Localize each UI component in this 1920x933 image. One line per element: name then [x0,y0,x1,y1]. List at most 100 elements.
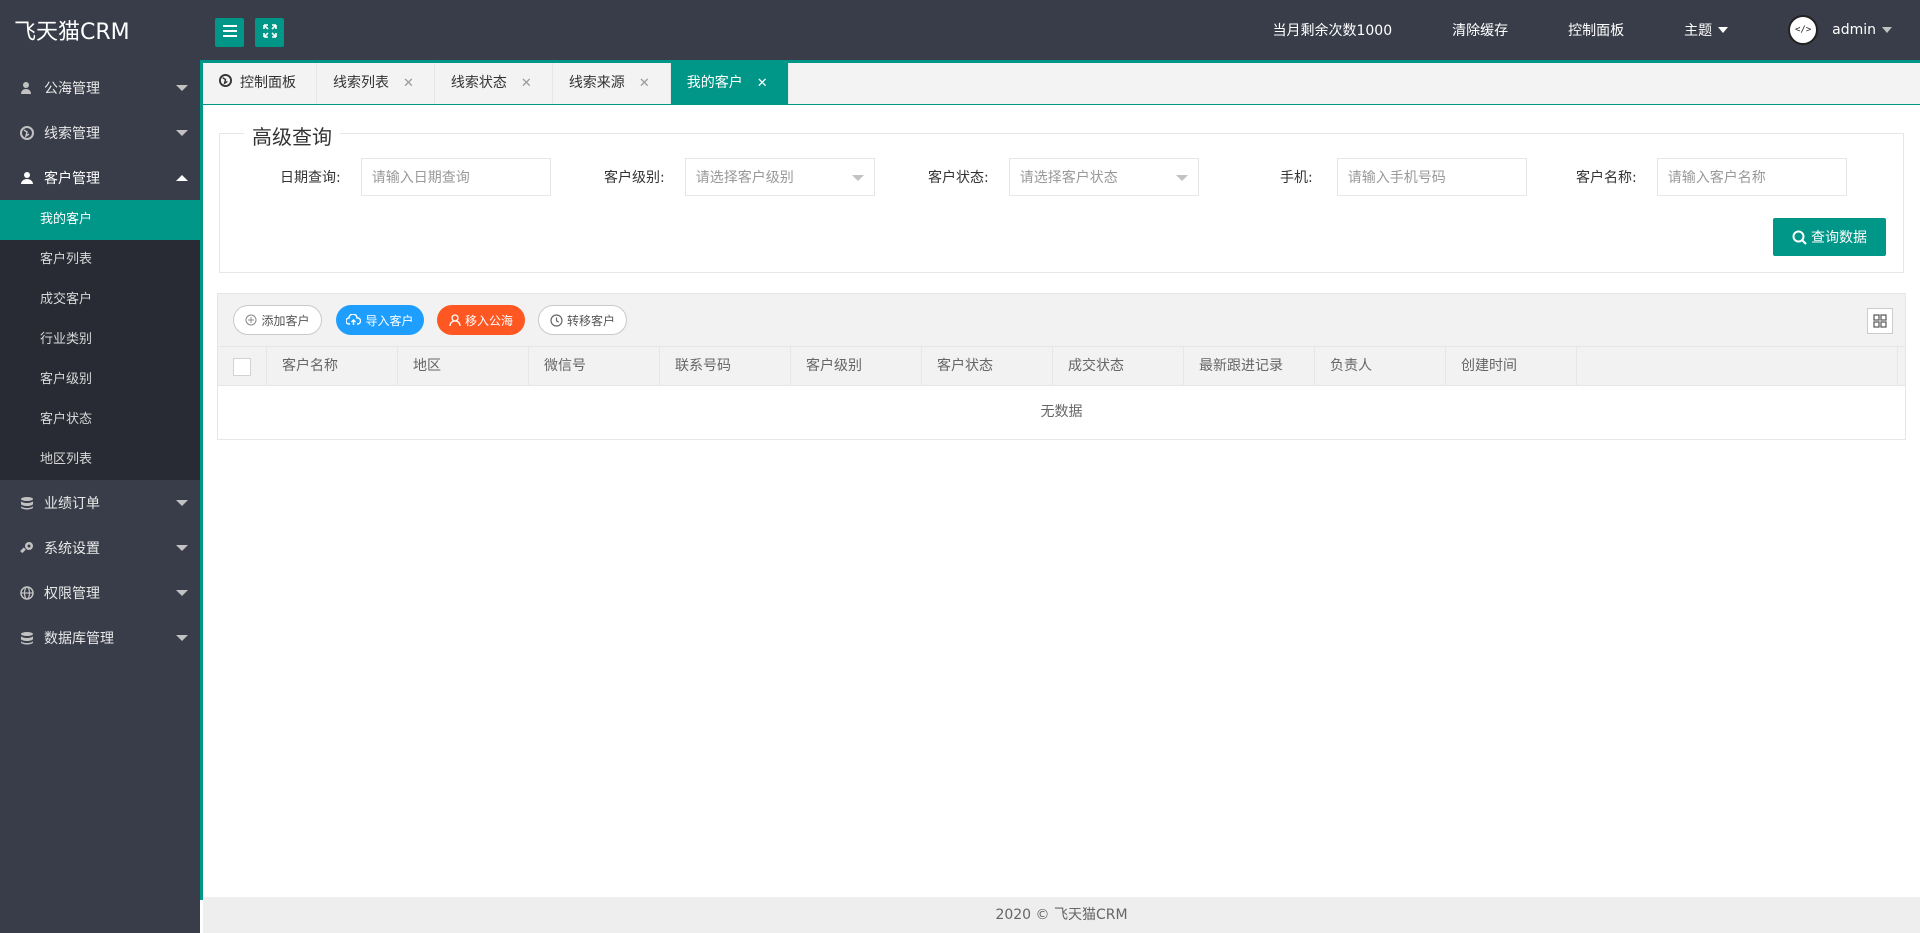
cloud-upload-icon [346,314,362,326]
nav-head-permissions[interactable]: 权限管理 [0,570,200,615]
phone-input[interactable]: 请输入手机号码 [1336,158,1527,196]
name-input[interactable]: 请输入客户名称 [1656,158,1847,196]
nav-head-database[interactable]: 数据库管理 [0,615,200,660]
add-customer-button[interactable]: 添加客户 [233,305,322,335]
column-header-filler [1577,347,1898,386]
column-filter-button[interactable] [1867,308,1893,334]
tab-lead-list[interactable]: 线索列表 ✕ [317,63,435,104]
nav-group-public-sea[interactable]: 公海管理 [0,65,200,110]
search-button-label: 查询数据 [1811,230,1867,246]
avatar: </> [1788,15,1819,45]
level-label: 客户级别: [604,170,665,186]
person-icon [20,171,34,185]
close-icon[interactable]: ✕ [403,63,414,104]
column-header[interactable]: 成交状态 [1053,347,1184,386]
sidebar-item-customer-level[interactable]: 客户级别 [0,360,200,400]
nav-label: 权限管理 [44,585,100,602]
menu-toggle-button[interactable] [215,18,244,47]
nav-label: 公海管理 [44,80,100,97]
tab-dashboard[interactable]: 控制面板 [203,63,317,104]
nav-group-permissions[interactable]: 权限管理 [0,570,200,615]
nav-head-orders[interactable]: 业绩订单 [0,480,200,525]
app-logo[interactable]: 飞天猫CRM [0,0,200,65]
tab-lead-source[interactable]: 线索来源 ✕ [553,63,671,104]
query-legend: 高级查询 [244,121,340,150]
user-menu[interactable]: </> admin [1788,15,1892,45]
level-select[interactable]: 请选择客户级别 [684,158,875,196]
grid-icon [1873,314,1887,328]
status-select[interactable]: 请选择客户状态 [1008,158,1199,196]
nav-label: 客户管理 [44,170,100,187]
nav-group-leads[interactable]: 线索管理 [0,110,200,155]
nav-group-customers[interactable]: 客户管理 我的客户 客户列表 成交客户 行业类别 客户级别 客户状态 地区列表 [0,155,200,480]
nav-head-public-sea[interactable]: 公海管理 [0,65,200,110]
advanced-query-panel: 高级查询 日期查询: 请输入日期查询 客户级别: 请选择客户级别 客户状态: 请… [219,121,1904,273]
table-toolbar: 添加客户 导入客户 移入公海 转移客户 [218,294,1905,347]
chevron-down-icon [176,634,188,641]
column-header[interactable]: 客户名称 [267,347,398,386]
date-label: 日期查询: [280,170,341,186]
chevron-down-icon [851,175,864,181]
nav-group-settings[interactable]: 系统设置 [0,525,200,570]
database-icon [20,496,34,510]
theme-menu[interactable]: 主题 [1684,20,1729,40]
sidebar-item-deal-customers[interactable]: 成交客户 [0,280,200,320]
remaining-count: 当月剩余次数1000 [1272,23,1393,39]
column-header[interactable]: 微信号 [529,347,660,386]
phone-placeholder: 请输入手机号码 [1347,170,1446,186]
sidebar-item-industry[interactable]: 行业类别 [0,320,200,360]
chevron-down-icon [176,499,188,506]
dashboard-link[interactable]: 控制面板 [1568,20,1624,40]
fullscreen-button[interactable] [255,18,284,47]
nav-group-orders[interactable]: 业绩订单 [0,480,200,525]
level-placeholder: 请选择客户级别 [695,170,794,186]
fullscreen-icon [262,23,277,42]
close-icon[interactable]: ✕ [639,63,650,104]
column-header[interactable]: 客户状态 [922,347,1053,386]
nav-group-database[interactable]: 数据库管理 [0,615,200,660]
level-query-field: 客户级别: 请选择客户级别 [604,158,875,196]
date-input[interactable]: 请输入日期查询 [360,158,551,196]
nav-head-settings[interactable]: 系统设置 [0,525,200,570]
clear-cache-link[interactable]: 清除缓存 [1452,20,1508,40]
sidebar-item-customer-list[interactable]: 客户列表 [0,240,200,280]
customer-table: 添加客户 导入客户 移入公海 转移客户 客户名称 地区 微信号 联系号码 客户级… [217,293,1906,440]
status-label: 客户状态: [928,170,989,186]
nav-head-customers[interactable]: 客户管理 [0,155,200,200]
status-placeholder: 请选择客户状态 [1019,170,1118,186]
user-icon [449,313,461,327]
chevron-down-icon [1175,175,1188,181]
content-left-border [200,105,203,900]
column-header[interactable]: 联系号码 [660,347,791,386]
nav-head-leads[interactable]: 线索管理 [0,110,200,155]
sidebar-item-my-customers[interactable]: 我的客户 [0,200,200,240]
move-to-public-label: 移入公海 [464,313,513,328]
search-button[interactable]: 查询数据 [1773,218,1886,256]
caret-down-icon [1882,27,1892,33]
column-header[interactable]: 创建时间 [1446,347,1577,386]
transfer-customer-label: 转移客户 [566,313,615,328]
add-customer-label: 添加客户 [261,313,310,328]
nav-label: 业绩订单 [44,495,100,512]
nav-label: 数据库管理 [44,630,114,647]
move-to-public-button[interactable]: 移入公海 [437,305,525,335]
tab-my-customers[interactable]: 我的客户 ✕ [670,63,789,104]
close-icon[interactable]: ✕ [757,63,768,104]
empty-state: 无数据 [1040,404,1083,420]
select-all-checkbox[interactable] [233,357,251,376]
column-header[interactable]: 客户级别 [791,347,922,386]
sidebar-item-customer-status[interactable]: 客户状态 [0,400,200,440]
close-icon[interactable]: ✕ [521,63,532,104]
import-customer-button[interactable]: 导入客户 [336,305,424,335]
column-header[interactable]: 地区 [398,347,529,386]
column-header[interactable]: 最新跟进记录 [1184,347,1315,386]
column-header[interactable]: 负责人 [1315,347,1446,386]
user-icon [20,81,34,95]
transfer-customer-button[interactable]: 转移客户 [538,305,627,335]
caret-down-icon [1718,27,1729,33]
footer: 2020 © 飞天猫CRM [203,897,1920,933]
sidebar-item-region-list[interactable]: 地区列表 [0,440,200,480]
chevron-down-icon [176,129,188,136]
tab-lead-status[interactable]: 线索状态 ✕ [435,63,553,104]
date-query-field: 日期查询: 请输入日期查询 [280,158,551,196]
